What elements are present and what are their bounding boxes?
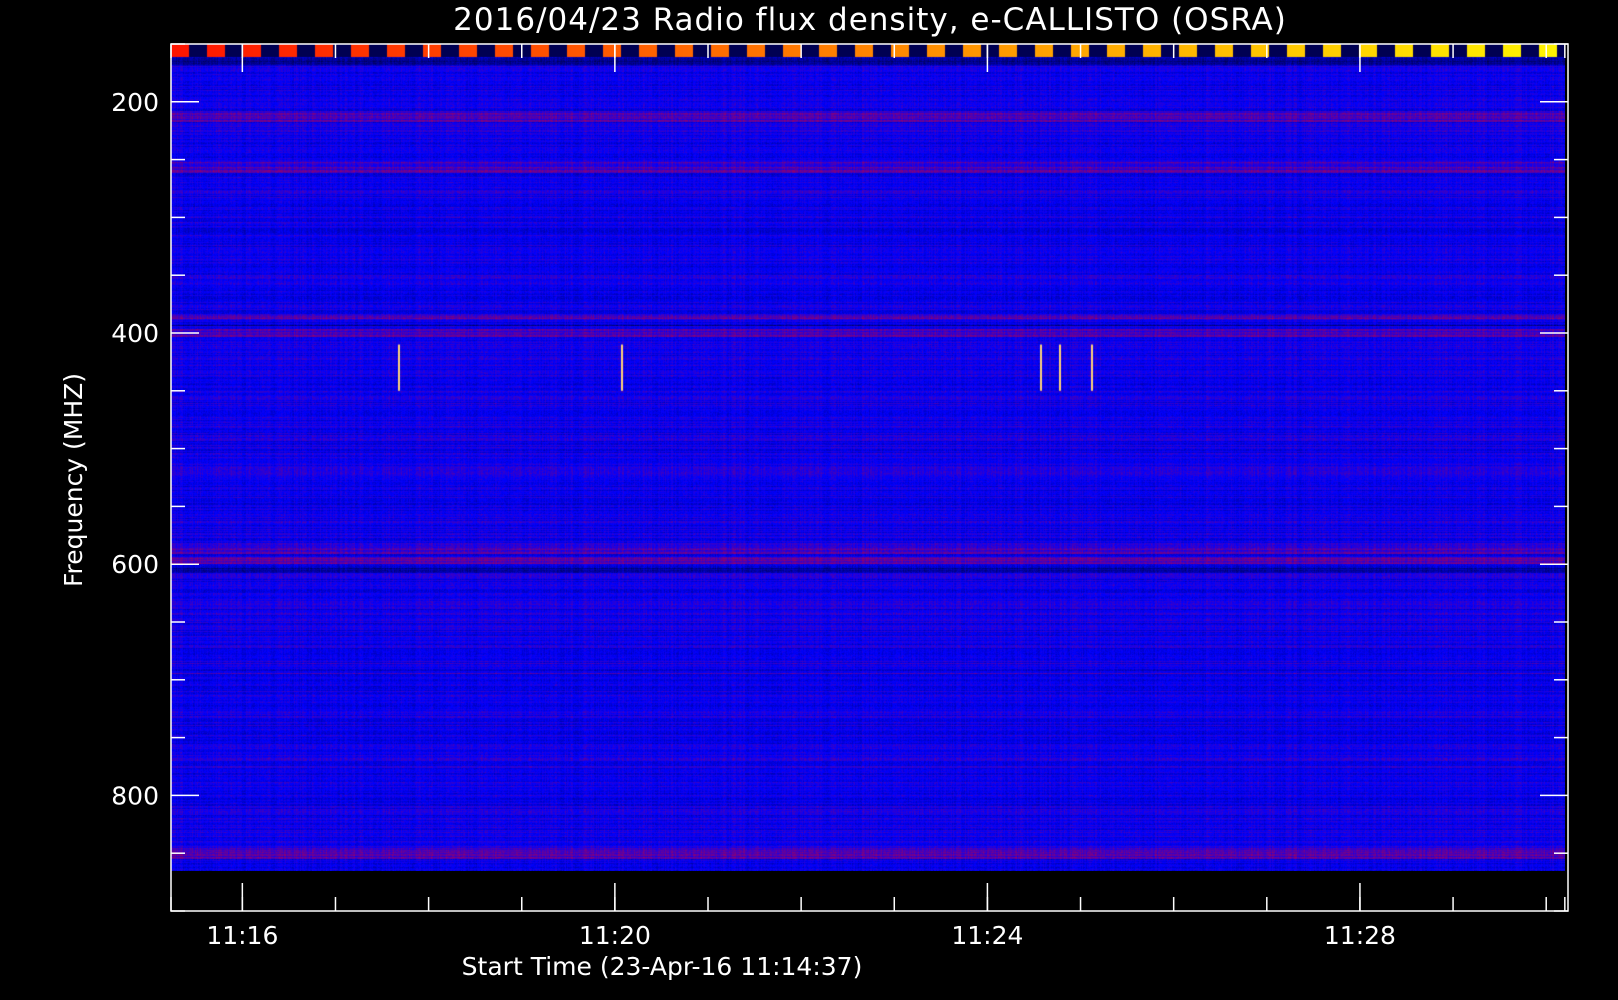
spectrogram-heatmap (171, 44, 1565, 871)
chart-title: 2016/04/23 Radio flux density, e-CALLIST… (453, 2, 1287, 38)
x-tick-label: 11:24 (951, 921, 1023, 950)
x-tick-label: 11:28 (1324, 921, 1396, 950)
y-tick-label: 200 (111, 88, 159, 117)
x-axis-label: Start Time (23-Apr-16 11:14:37) (462, 952, 863, 981)
y-tick-label: 800 (111, 781, 159, 810)
x-tick-label: 11:16 (206, 921, 278, 950)
y-axis-label: Frequency (MHZ) (59, 373, 88, 587)
x-tick-label: 11:20 (579, 921, 651, 950)
spectrogram-image (171, 44, 1565, 871)
y-tick-label: 400 (111, 319, 159, 348)
y-tick-label: 600 (111, 550, 159, 579)
spectrogram-chart: 2016/04/23 Radio flux density, e-CALLIST… (0, 0, 1618, 1000)
